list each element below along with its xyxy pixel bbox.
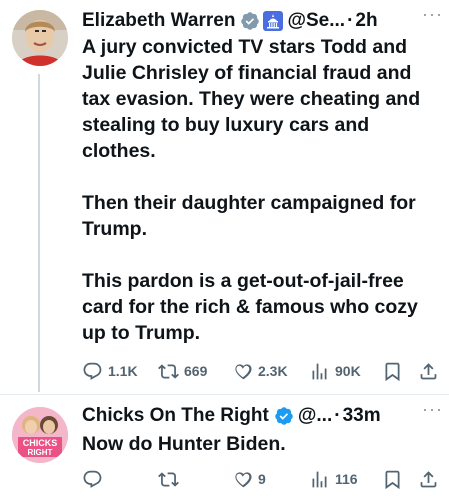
- action-bar: 9 116: [82, 468, 439, 490]
- repost-count: 669: [184, 363, 208, 379]
- reply-button[interactable]: 1.1K: [82, 361, 138, 382]
- avatar-logo-image: CHICKS RIGHT: [12, 407, 68, 463]
- bookmark-button[interactable]: [382, 469, 408, 490]
- heart-icon: [235, 471, 252, 487]
- like-button[interactable]: 9: [232, 469, 266, 490]
- tweet-header: Elizabeth Warren @Se... · 2h: [82, 8, 439, 34]
- view-count: 116: [335, 471, 358, 487]
- share-button[interactable]: [418, 469, 444, 490]
- verified-badge-icon: [240, 11, 260, 31]
- tweet-header: Chicks On The Right @... · 33m: [82, 403, 439, 429]
- views-button[interactable]: 90K: [309, 361, 361, 382]
- view-count: 90K: [335, 363, 361, 379]
- avatar[interactable]: CHICKS RIGHT: [12, 407, 68, 463]
- share-icon: [420, 470, 437, 487]
- verified-badge-icon: [274, 406, 294, 426]
- reply-icon: [83, 470, 102, 488]
- tweet-text: A jury convicted TV stars Todd and Julie…: [82, 34, 437, 346]
- repost-icon: [158, 363, 179, 379]
- timestamp[interactable]: 2h: [355, 10, 377, 32]
- views-button[interactable]: 116: [309, 469, 358, 490]
- tweet-paragraph: A jury convicted TV stars Todd and Julie…: [82, 36, 421, 162]
- more-options-icon[interactable]: ···: [422, 399, 443, 420]
- repost-button[interactable]: [158, 469, 184, 490]
- like-count: 2.3K: [258, 363, 288, 379]
- reply-button[interactable]: [82, 469, 108, 490]
- svg-text:CHICKS: CHICKS: [23, 438, 58, 448]
- action-bar: 1.1K 669 2.3K 90K: [82, 360, 439, 382]
- more-options-icon[interactable]: ···: [422, 4, 443, 25]
- bookmark-button[interactable]: [382, 361, 408, 382]
- tweet-text: Now do Hunter Biden.: [82, 433, 286, 455]
- tweet-chicks-on-the-right[interactable]: CHICKS RIGHT Chicks On The Right @... · …: [0, 395, 449, 500]
- svg-text:RIGHT: RIGHT: [28, 448, 53, 457]
- timestamp[interactable]: 33m: [343, 405, 381, 427]
- views-bar-chart-icon: [312, 363, 327, 379]
- handle[interactable]: @...: [298, 405, 332, 427]
- reply-count: 1.1K: [108, 363, 138, 379]
- like-button[interactable]: 2.3K: [232, 361, 288, 382]
- like-count: 9: [258, 471, 266, 487]
- reply-icon: [83, 362, 102, 380]
- repost-button[interactable]: 669: [158, 361, 207, 382]
- bookmark-icon: [385, 362, 400, 381]
- share-icon: [420, 362, 437, 379]
- display-name[interactable]: Chicks On The Right: [82, 405, 269, 427]
- avatar[interactable]: [12, 10, 68, 66]
- avatar-portrait-image: [12, 10, 68, 66]
- handle[interactable]: @Se...: [287, 10, 345, 32]
- government-badge-icon: [263, 11, 284, 31]
- tweet-paragraph: Then their daughter campaigned for Trump…: [82, 192, 416, 240]
- separator-dot: ·: [334, 405, 341, 426]
- tweet-elizabeth-warren[interactable]: Elizabeth Warren @Se... · 2h ··· A jury …: [0, 0, 449, 395]
- heart-icon: [235, 363, 252, 379]
- separator-dot: ·: [347, 10, 354, 31]
- views-bar-chart-icon: [312, 471, 327, 487]
- share-button[interactable]: [418, 361, 444, 382]
- bookmark-icon: [385, 470, 400, 489]
- tweet-paragraph: This pardon is a get-out-of-jail-free ca…: [82, 270, 418, 344]
- repost-icon: [158, 471, 179, 487]
- display-name[interactable]: Elizabeth Warren: [82, 10, 235, 32]
